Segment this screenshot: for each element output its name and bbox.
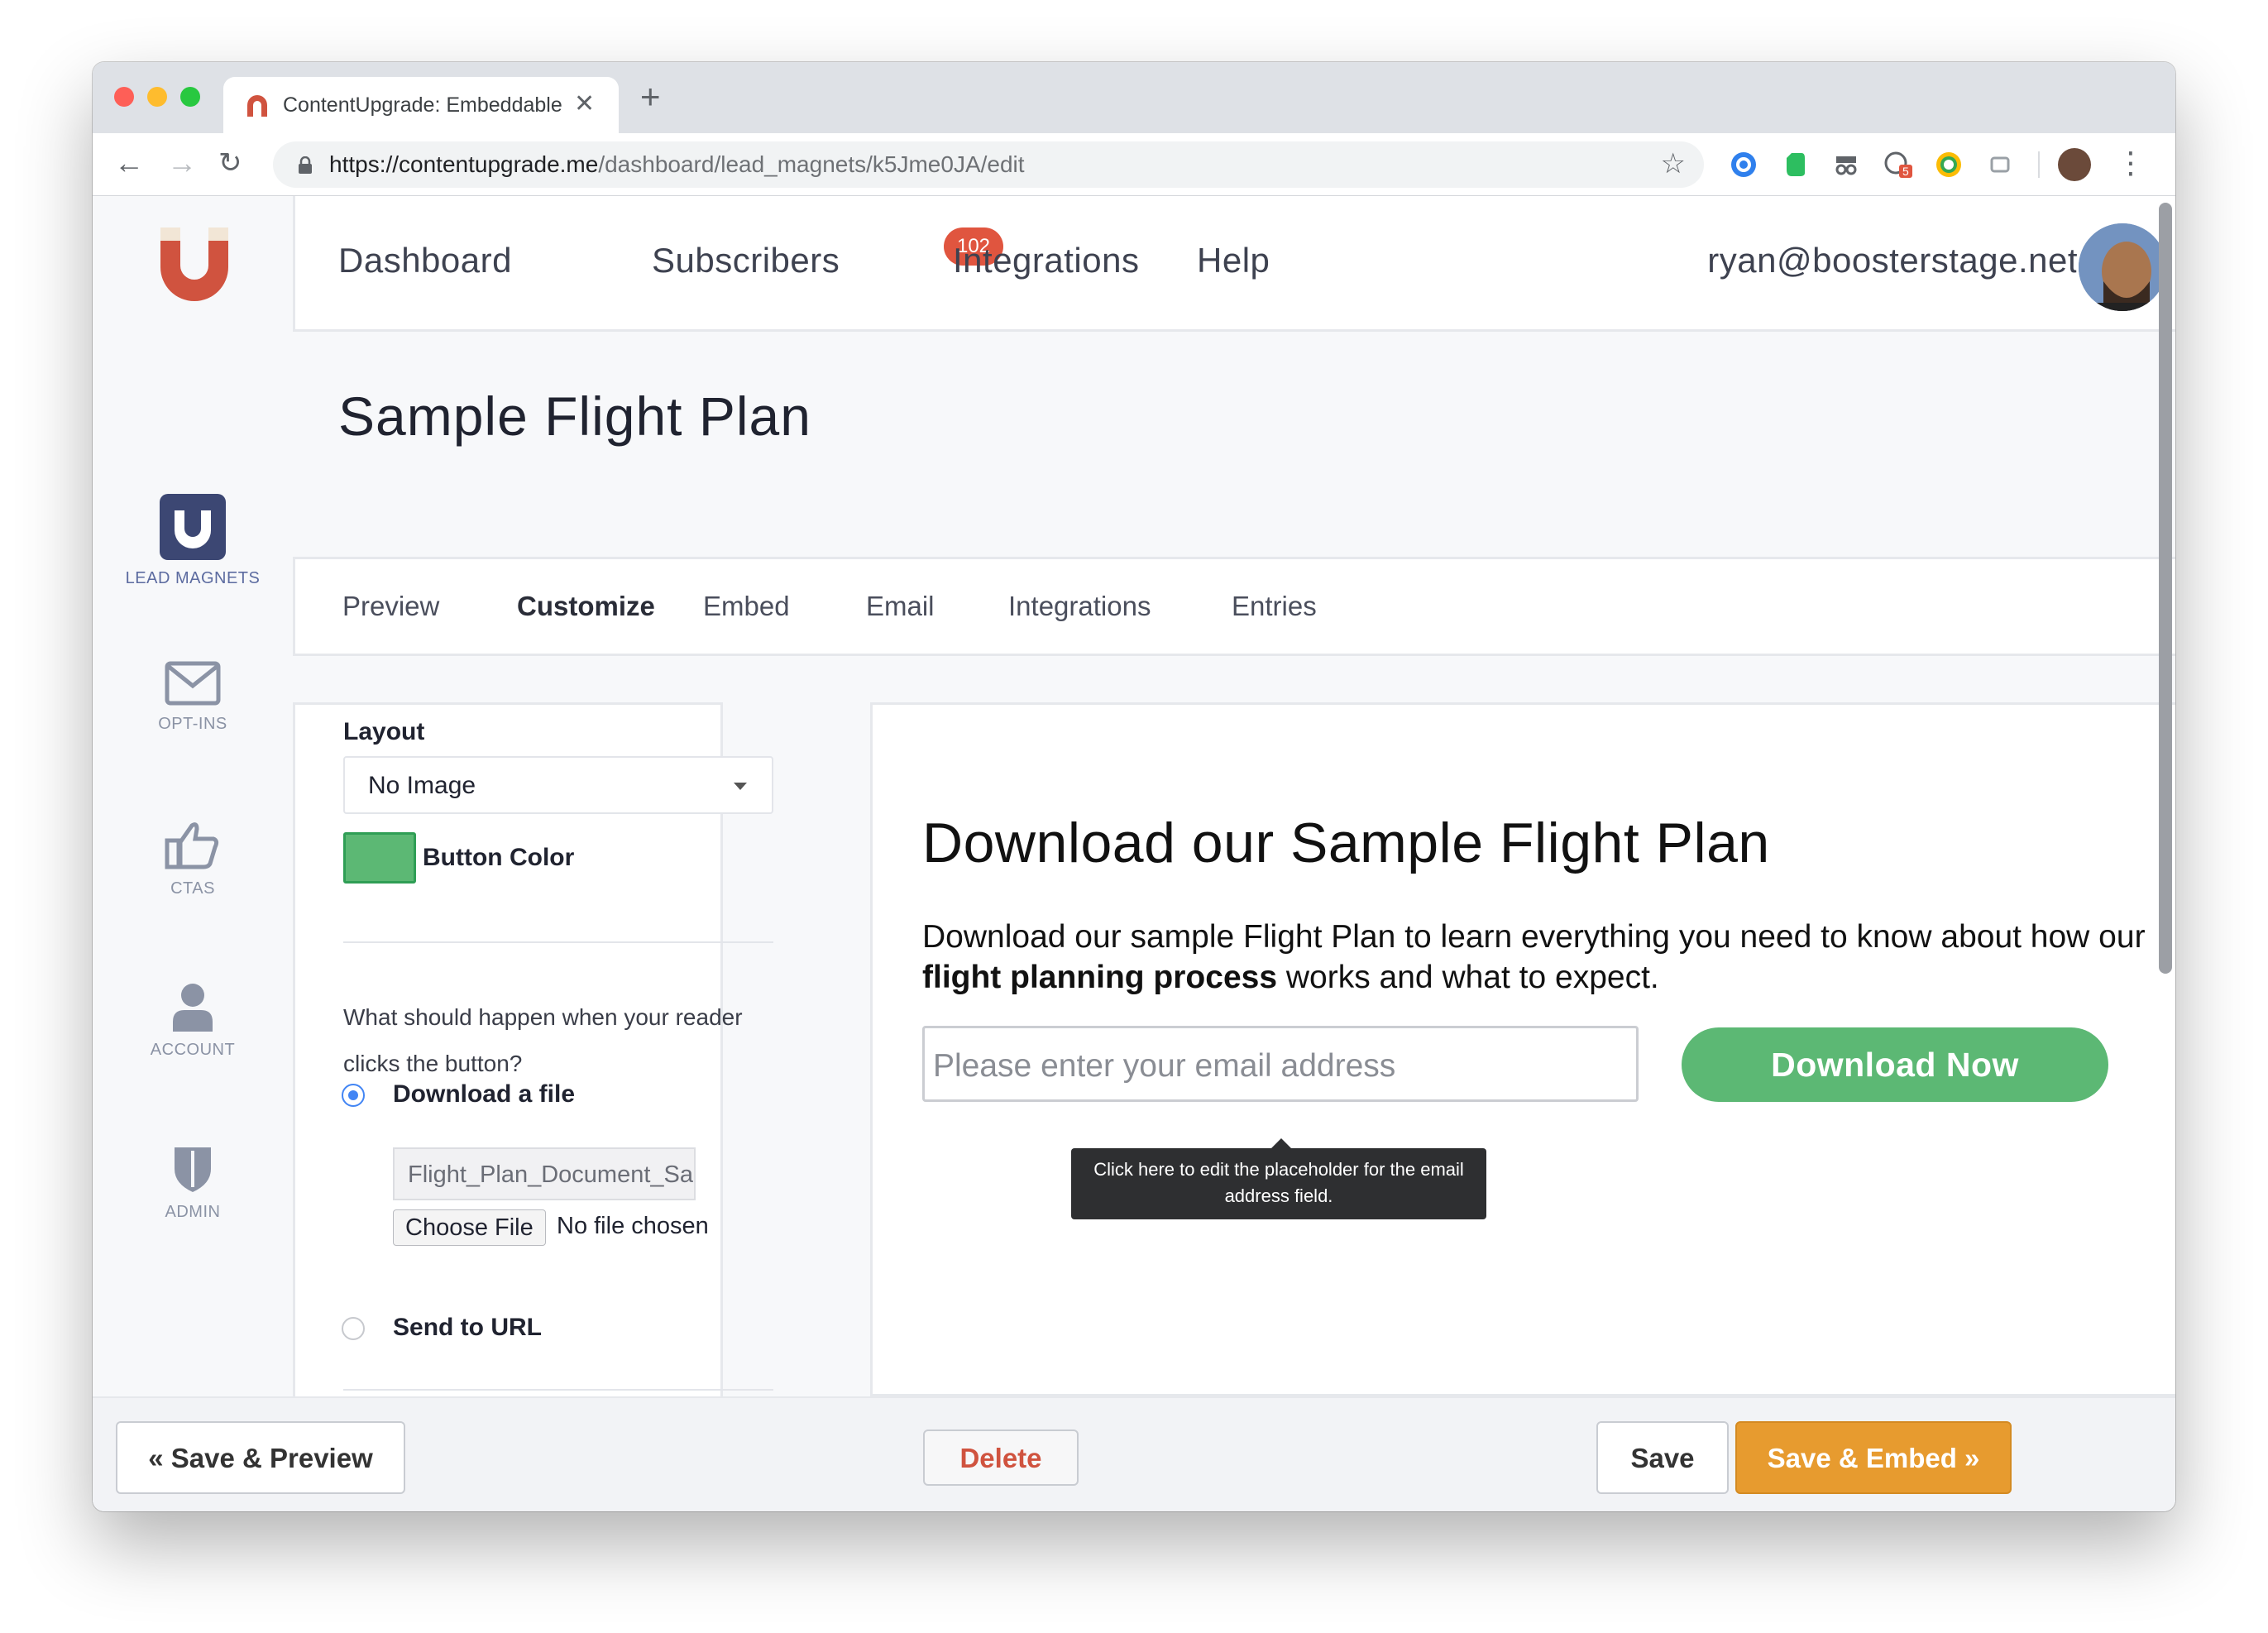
user-avatar[interactable] bbox=[2076, 221, 2169, 314]
sidebar-item-label: CTAS bbox=[170, 879, 215, 898]
save-button[interactable]: Save bbox=[1596, 1421, 1729, 1494]
chrome-extension-badge-icon[interactable]: 5 bbox=[1883, 150, 1912, 180]
sidebar-item-ctas[interactable]: CTAS bbox=[93, 821, 293, 898]
envelope-icon bbox=[165, 661, 221, 706]
sidebar: LEAD MAGNETS OPT-INS CTAS ACCOUNT ADMIN bbox=[93, 196, 293, 1396]
reload-icon[interactable]: ↻ bbox=[218, 148, 242, 178]
browser-tab[interactable]: ContentUpgrade: Embeddable ✕ bbox=[223, 77, 619, 133]
send-to-url-radio[interactable] bbox=[342, 1317, 365, 1340]
close-window-button[interactable] bbox=[114, 87, 134, 107]
url-text: https://contentupgrade.me/dashboard/lead… bbox=[329, 151, 1025, 177]
bookmark-star-icon[interactable]: ☆ bbox=[1661, 147, 1686, 180]
nav-help[interactable]: Help bbox=[1197, 241, 1270, 280]
speed-extension-icon[interactable] bbox=[1934, 150, 1964, 180]
tab-integrations[interactable]: Integrations bbox=[1008, 591, 1151, 622]
extension-at-icon[interactable] bbox=[1729, 150, 1758, 180]
browser-toolbar: ← → ↻ https://contentupgrade.me/dashboar… bbox=[93, 133, 2175, 196]
no-file-text: No file chosen bbox=[557, 1213, 709, 1239]
browser-menu-icon[interactable]: ⋮ bbox=[2116, 145, 2146, 181]
save-embed-button[interactable]: Save & Embed » bbox=[1735, 1421, 2012, 1494]
thumbs-up-icon bbox=[165, 822, 219, 869]
new-tab-icon[interactable]: + bbox=[640, 79, 661, 114]
editor-tabs: Preview Customize Embed Email Integratio… bbox=[293, 557, 2175, 656]
customize-panel: Layout No Image Button Color What should… bbox=[293, 702, 773, 1396]
minimize-window-button[interactable] bbox=[147, 87, 167, 107]
sidebar-item-lead-magnets[interactable]: LEAD MAGNETS bbox=[93, 494, 293, 588]
sidebar-item-opt-ins[interactable]: OPT-INS bbox=[93, 661, 293, 734]
browser-window: ContentUpgrade: Embeddable ✕ + ← → ↻ htt… bbox=[93, 62, 2175, 1511]
send-to-url-label[interactable]: Send to URL bbox=[393, 1314, 542, 1342]
nav-dashboard[interactable]: Dashboard bbox=[338, 241, 512, 280]
email-placeholder: Please enter your email address bbox=[933, 1048, 1396, 1084]
chevron-down-icon bbox=[734, 783, 747, 790]
zoom-window-button[interactable] bbox=[180, 87, 200, 107]
download-now-button[interactable]: Download Now bbox=[1682, 1027, 2108, 1102]
logo-magnet-icon[interactable] bbox=[157, 224, 232, 304]
tab-entries[interactable]: Entries bbox=[1232, 591, 1317, 622]
lead-magnet-preview: Download our Sample Flight Plan Download… bbox=[870, 702, 2175, 1396]
layout-select[interactable]: No Image bbox=[343, 756, 773, 814]
sidebar-item-label: ACCOUNT bbox=[150, 1041, 236, 1059]
button-color-label: Button Color bbox=[423, 844, 575, 871]
choose-file-button[interactable]: Choose File bbox=[393, 1209, 546, 1246]
download-file-radio[interactable] bbox=[342, 1084, 365, 1107]
lock-icon bbox=[299, 156, 312, 174]
page-title: Sample Flight Plan bbox=[338, 386, 811, 447]
shield-icon bbox=[175, 1147, 211, 1192]
tab-title: ContentUpgrade: Embeddable bbox=[283, 93, 562, 117]
nav-integrations[interactable]: Integrations bbox=[953, 241, 1139, 280]
evernote-icon[interactable] bbox=[1780, 150, 1810, 180]
address-bar[interactable]: https://contentupgrade.me/dashboard/lead… bbox=[273, 141, 1704, 188]
placeholder-tooltip: Click here to edit the placeholder for t… bbox=[1071, 1138, 1486, 1219]
layout-select-value: No Image bbox=[368, 772, 476, 799]
tab-email[interactable]: Email bbox=[866, 591, 935, 622]
tab-close-icon[interactable]: ✕ bbox=[574, 89, 595, 118]
tab-preview[interactable]: Preview bbox=[342, 591, 439, 622]
forward-icon[interactable]: → bbox=[167, 148, 197, 178]
scrollbar-thumb[interactable] bbox=[2159, 203, 2172, 974]
delete-button[interactable]: Delete bbox=[923, 1429, 1079, 1486]
extension-icon[interactable] bbox=[1985, 150, 2015, 180]
sidebar-item-account[interactable]: ACCOUNT bbox=[93, 982, 293, 1060]
action-question: What should happen when your reader clic… bbox=[343, 1004, 743, 1076]
top-nav: Dashboard Subscribers 102 Integrations H… bbox=[293, 196, 2175, 332]
sidebar-item-label: LEAD MAGNETS bbox=[125, 569, 261, 587]
user-icon bbox=[173, 984, 213, 1032]
profile-avatar[interactable] bbox=[2058, 148, 2091, 181]
divider bbox=[343, 1389, 773, 1391]
divider bbox=[343, 941, 773, 943]
back-icon[interactable]: ← bbox=[114, 148, 144, 178]
magnet-favicon-icon bbox=[247, 95, 267, 117]
email-field[interactable]: Please enter your email address bbox=[922, 1026, 1639, 1102]
sidebar-item-label: ADMIN bbox=[165, 1203, 221, 1221]
preview-description[interactable]: Download our sample Flight Plan to learn… bbox=[922, 917, 2146, 998]
tab-strip: ContentUpgrade: Embeddable ✕ + bbox=[93, 62, 2175, 133]
sidebar-item-admin[interactable]: ADMIN bbox=[93, 1144, 293, 1222]
tab-customize[interactable]: Customize bbox=[517, 591, 655, 622]
download-file-label[interactable]: Download a file bbox=[393, 1080, 575, 1109]
sidebar-item-label: OPT-INS bbox=[158, 715, 227, 733]
user-email[interactable]: ryan@boosterstage.net bbox=[1707, 241, 2078, 280]
layout-label: Layout bbox=[343, 718, 425, 745]
nav-subscribers[interactable]: Subscribers bbox=[652, 241, 840, 280]
app: LEAD MAGNETS OPT-INS CTAS ACCOUNT ADMIN … bbox=[93, 196, 2175, 1511]
file-name-field: Flight_Plan_Document_Sa bbox=[393, 1147, 696, 1200]
save-preview-button[interactable]: « Save & Preview bbox=[116, 1421, 405, 1494]
tab-embed[interactable]: Embed bbox=[703, 591, 790, 622]
button-color-swatch[interactable] bbox=[343, 832, 416, 884]
preview-heading[interactable]: Download our Sample Flight Plan bbox=[922, 811, 1770, 875]
incognito-extension-icon[interactable] bbox=[1831, 150, 1861, 180]
magnet-icon bbox=[160, 494, 226, 560]
toolbar-divider bbox=[2038, 151, 2040, 178]
footer-actions: « Save & Preview Delete Save Save & Embe… bbox=[93, 1396, 2175, 1511]
